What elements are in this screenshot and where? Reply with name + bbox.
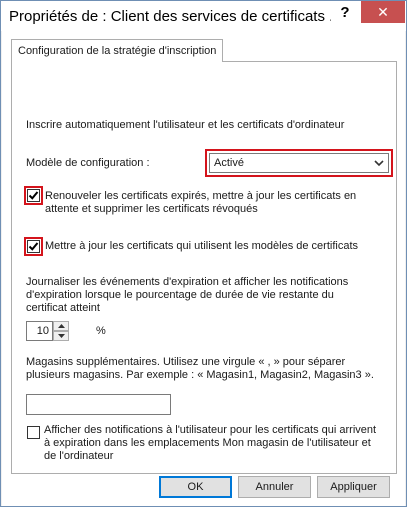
config-model-label: Modèle de configuration : bbox=[26, 157, 150, 169]
config-model-select[interactable]: Activé bbox=[209, 153, 389, 173]
percent-input[interactable]: 10 bbox=[26, 321, 53, 341]
notify-checkbox[interactable] bbox=[27, 426, 40, 439]
renew-label: Renouveler les certificats expirés, mett… bbox=[45, 190, 357, 215]
cancel-button[interactable]: Annuler bbox=[238, 476, 311, 498]
apply-button[interactable]: Appliquer bbox=[317, 476, 390, 498]
ok-button[interactable]: OK bbox=[159, 476, 232, 498]
spin-down-button[interactable] bbox=[53, 331, 69, 341]
update-label: Mettre à jour les certificats qui utilis… bbox=[45, 240, 359, 252]
intro-text: Inscrire automatiquement l'utilisateur e… bbox=[26, 119, 345, 131]
dialog-content: Configuration de la stratégie d'inscript… bbox=[2, 31, 405, 506]
notify-label: Afficher des notifications à l'utilisate… bbox=[44, 424, 377, 462]
arrow-down-icon bbox=[57, 334, 65, 338]
log-text: Journaliser les événements d'expiration … bbox=[26, 276, 349, 314]
stores-text: Magasins supplémentaires. Utilisez une v… bbox=[26, 356, 374, 381]
spin-up-button[interactable] bbox=[53, 321, 69, 331]
checkmark-icon bbox=[28, 191, 39, 200]
renew-checkbox[interactable] bbox=[27, 189, 40, 202]
window-title: Propriétés de : Client des services de c… bbox=[9, 8, 331, 25]
properties-dialog: Propriétés de : Client des services de c… bbox=[0, 0, 407, 507]
config-model-value: Activé bbox=[214, 157, 244, 169]
tab-panel: Inscrire automatiquement l'utilisateur e… bbox=[11, 61, 397, 474]
help-button[interactable]: ? bbox=[332, 1, 358, 23]
checkmark-icon bbox=[28, 242, 39, 251]
update-checkbox[interactable] bbox=[27, 240, 40, 253]
percent-unit: % bbox=[96, 325, 106, 337]
chevron-down-icon bbox=[374, 160, 384, 167]
title-bar: Propriétés de : Client des services de c… bbox=[1, 1, 406, 31]
close-button[interactable]: ✕ bbox=[361, 1, 405, 23]
arrow-up-icon bbox=[57, 324, 65, 328]
stores-input[interactable] bbox=[26, 394, 171, 415]
tab-enrollment-policy[interactable]: Configuration de la stratégie d'inscript… bbox=[11, 39, 224, 62]
